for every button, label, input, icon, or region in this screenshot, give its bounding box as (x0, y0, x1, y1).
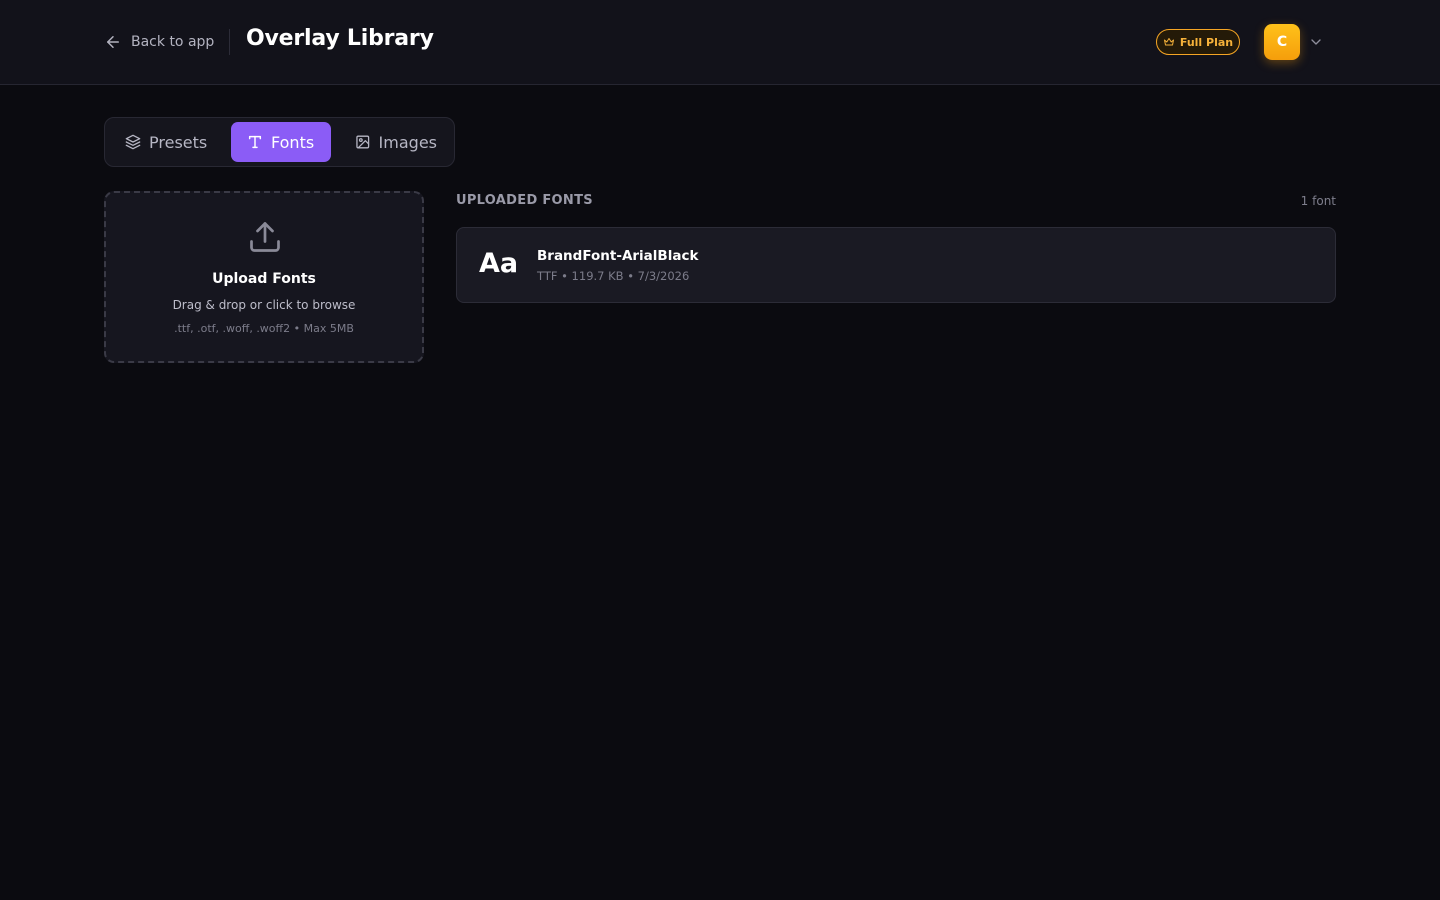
upload-formats: .ttf, .otf, .woff, .woff2 • Max 5MB (174, 322, 354, 335)
avatar-initial: C (1276, 34, 1288, 50)
user-avatar[interactable]: C (1264, 24, 1300, 60)
font-meta: TTF • 119.7 KB • 7/3/2026 (537, 269, 690, 283)
tab-images[interactable]: Images (341, 122, 451, 162)
font-preview: Aa (479, 248, 519, 279)
plan-badge: Full Plan (1156, 29, 1240, 55)
upload-title: Upload Fonts (212, 271, 316, 287)
crown-icon (1163, 38, 1174, 46)
type-icon (248, 135, 262, 149)
tab-images-label: Images (378, 132, 437, 152)
top-header: Back to app Overlay Library Full Plan C (0, 0, 1440, 85)
upload-hint: Drag & drop or click to browse (172, 298, 356, 312)
tab-presets-label: Presets (149, 132, 208, 152)
header-divider (229, 29, 230, 55)
plan-badge-label: Full Plan (1179, 35, 1234, 49)
tab-fonts-label: Fonts (271, 132, 315, 152)
font-upload-dropzone[interactable]: Upload Fonts Drag & drop or click to bro… (104, 191, 424, 363)
back-link-label: Back to app (131, 34, 215, 50)
section-title: UPLOADED FONTS (456, 193, 593, 208)
arrow-left-icon (107, 36, 119, 48)
library-tabs: Presets Fonts Images (104, 117, 455, 167)
font-name: BrandFont-ArialBlack (537, 248, 699, 264)
chevron-down-icon[interactable] (1308, 34, 1324, 50)
tab-presets[interactable]: Presets (111, 122, 227, 162)
font-count: 1 font (1300, 194, 1336, 208)
tab-fonts[interactable]: Fonts (231, 122, 331, 162)
upload-icon (250, 222, 280, 252)
image-icon (356, 135, 370, 149)
page-title: Overlay Library (246, 26, 434, 51)
font-list-item[interactable]: Aa BrandFont-ArialBlack TTF • 119.7 KB •… (456, 227, 1336, 303)
layers-icon (125, 134, 141, 150)
back-to-app-link[interactable]: Back to app (104, 30, 214, 54)
